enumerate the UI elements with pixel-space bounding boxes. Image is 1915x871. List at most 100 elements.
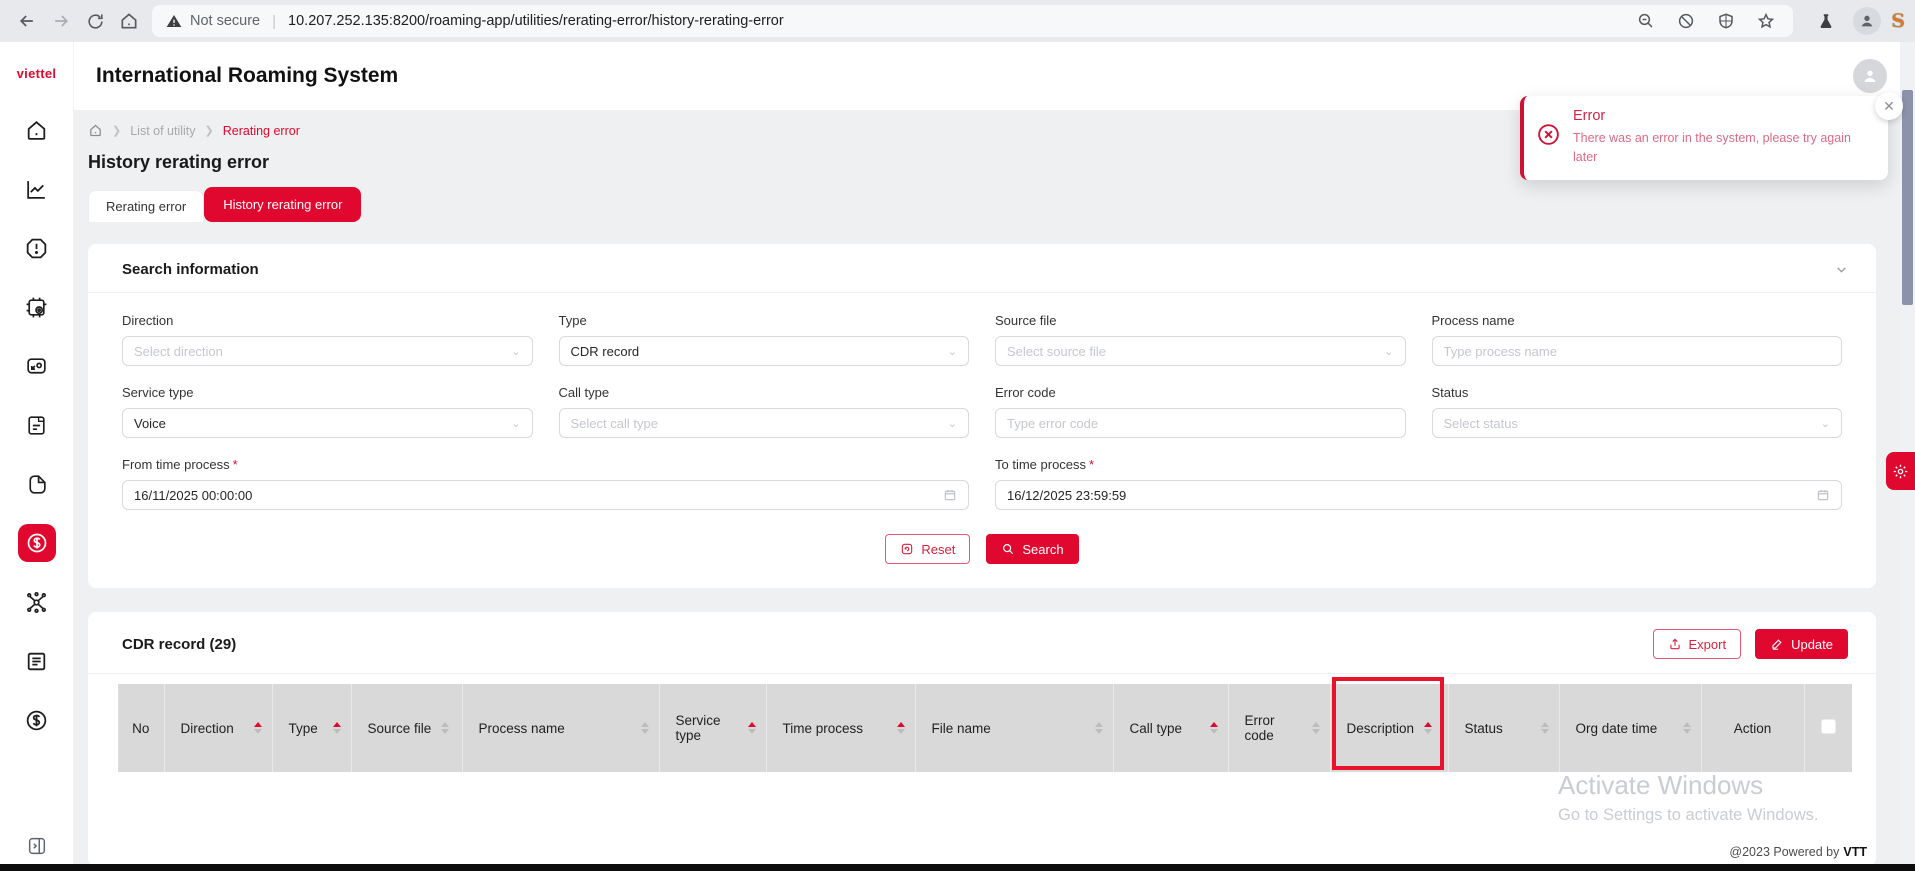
- search-panel-title: Search information: [122, 261, 259, 278]
- sidebar-item-message-transfer-icon[interactable]: [18, 347, 56, 385]
- results-panel: CDR record (29) Export Update: [88, 612, 1876, 866]
- call-type-select[interactable]: Select call type⌄: [559, 408, 970, 438]
- field-source-file: Source file Select source file⌄: [995, 313, 1406, 366]
- sort-icon: [1095, 722, 1103, 734]
- column-service-type[interactable]: Service type: [659, 684, 766, 772]
- from-time-process-input-wrap: [122, 480, 969, 510]
- process-name-input[interactable]: [1444, 344, 1831, 359]
- sidebar-item-report-icon[interactable]: [18, 642, 56, 680]
- zoom-out-icon[interactable]: [1633, 8, 1659, 34]
- column-select: [1804, 684, 1852, 772]
- sidebar-item-chart-icon[interactable]: [18, 170, 56, 208]
- s-extension-icon[interactable]: S: [1891, 10, 1905, 32]
- sort-icon: [441, 722, 449, 734]
- sidebar-collapse-icon[interactable]: [26, 835, 48, 857]
- column-type[interactable]: Type: [272, 684, 351, 772]
- breadcrumb-chevron-icon: ❯: [112, 124, 121, 137]
- calendar-icon[interactable]: [1816, 488, 1830, 502]
- browser-reload-icon[interactable]: [78, 4, 112, 38]
- sort-icon: [1312, 722, 1320, 734]
- tab-rerating-error[interactable]: Rerating error: [88, 190, 204, 222]
- column-error-code[interactable]: Error code: [1228, 684, 1330, 772]
- settings-gear-fab[interactable]: [1886, 452, 1915, 490]
- sidebar-item-file-icon[interactable]: [18, 465, 56, 503]
- column-no: No: [118, 684, 164, 772]
- sidebar-item-home-icon[interactable]: [18, 111, 56, 149]
- breadcrumb-chevron-icon: ❯: [205, 124, 214, 137]
- to-time-process-input-wrap: [995, 480, 1842, 510]
- update-button[interactable]: Update: [1755, 629, 1848, 659]
- column-direction[interactable]: Direction: [164, 684, 272, 772]
- url-text: 10.207.252.135:8200/roaming-app/utilitie…: [288, 13, 784, 29]
- user-avatar[interactable]: [1853, 59, 1887, 93]
- column-time-process[interactable]: Time process: [766, 684, 915, 772]
- sidebar-item-dollar-circle-icon[interactable]: [18, 701, 56, 739]
- reset-button[interactable]: Reset: [885, 534, 970, 564]
- sidebar-item-network-settings-icon[interactable]: [18, 583, 56, 621]
- column-source-file[interactable]: Source file: [351, 684, 462, 772]
- sidebar-item-chip-settings-icon[interactable]: [18, 288, 56, 326]
- app-title: International Roaming System: [96, 64, 398, 88]
- activate-windows-watermark: Activate Windows Go to Settings to activ…: [1558, 770, 1818, 825]
- export-button[interactable]: Export: [1653, 629, 1742, 659]
- column-description[interactable]: Description: [1330, 684, 1448, 772]
- field-to-time-process: To time process*: [995, 457, 1842, 510]
- error-code-input[interactable]: [1007, 416, 1394, 431]
- sidebar: viettel: [0, 42, 74, 871]
- bottom-black-bar: [0, 864, 1915, 871]
- breadcrumb-list-of-utility[interactable]: List of utility: [130, 124, 195, 138]
- toast-close-icon[interactable]: ✕: [1875, 92, 1903, 120]
- field-from-time-process: From time process*: [122, 457, 969, 510]
- breadcrumb-rerating-error[interactable]: Rerating error: [223, 124, 300, 138]
- column-status[interactable]: Status: [1448, 684, 1559, 772]
- status-select[interactable]: Select status⌄: [1432, 408, 1843, 438]
- search-panel: Search information Direction Select dire…: [88, 244, 1876, 588]
- source-file-select[interactable]: Select source file⌄: [995, 336, 1406, 366]
- sort-icon: [897, 722, 905, 734]
- flask-extension-icon[interactable]: [1809, 4, 1843, 38]
- sort-icon: [1424, 722, 1432, 734]
- sort-icon: [333, 722, 341, 734]
- sort-icon: [1210, 722, 1218, 734]
- field-direction: Direction Select direction⌄: [122, 313, 533, 366]
- address-bar[interactable]: Not secure | 10.207.252.135:8200/roaming…: [152, 5, 1793, 37]
- toast-message: There was an error in the system, please…: [1573, 129, 1872, 168]
- browser-profile-avatar[interactable]: [1853, 7, 1881, 35]
- browser-back-icon[interactable]: [10, 4, 44, 38]
- sidebar-item-alert-icon[interactable]: [18, 229, 56, 267]
- tab-history-rerating-error[interactable]: History rerating error: [204, 187, 361, 222]
- column-action: Action: [1701, 684, 1804, 772]
- from-time-process-input[interactable]: [134, 488, 943, 503]
- sidebar-item-document-icon[interactable]: [18, 406, 56, 444]
- search-button[interactable]: Search: [986, 534, 1078, 564]
- browser-forward-icon[interactable]: [44, 4, 78, 38]
- scrollbar-thumb[interactable]: [1902, 90, 1913, 305]
- process-name-input-wrap: [1432, 336, 1843, 366]
- error-code-input-wrap: [995, 408, 1406, 438]
- sidebar-item-finance-icon[interactable]: [18, 524, 56, 562]
- collapse-chevron-icon[interactable]: [1835, 263, 1848, 276]
- field-error-code: Error code: [995, 385, 1406, 438]
- direction-select[interactable]: Select direction⌄: [122, 336, 533, 366]
- to-time-process-input[interactable]: [1007, 488, 1816, 503]
- column-org-date-time[interactable]: Org date time: [1559, 684, 1701, 772]
- error-toast: Error There was an error in the system, …: [1520, 96, 1888, 180]
- sort-icon: [1683, 722, 1691, 734]
- breadcrumb-home-icon[interactable]: [88, 123, 103, 138]
- sort-icon: [254, 722, 262, 734]
- browser-home-icon[interactable]: [112, 4, 146, 38]
- bookmark-star-icon[interactable]: [1753, 8, 1779, 34]
- column-process-name[interactable]: Process name: [462, 684, 659, 772]
- select-all-checkbox[interactable]: [1821, 719, 1836, 734]
- column-call-type[interactable]: Call type: [1113, 684, 1228, 772]
- calendar-icon[interactable]: [943, 488, 957, 502]
- type-select[interactable]: CDR record⌄: [559, 336, 970, 366]
- service-type-select[interactable]: Voice⌄: [122, 408, 533, 438]
- column-file-name[interactable]: File name: [915, 684, 1113, 772]
- sort-icon: [748, 722, 756, 734]
- content-blocked-icon[interactable]: [1673, 8, 1699, 34]
- viettel-logo: viettel: [17, 66, 57, 81]
- not-secure-warning-icon: [166, 13, 182, 29]
- not-secure-label: Not secure: [190, 13, 260, 29]
- shield-icon[interactable]: [1713, 8, 1739, 34]
